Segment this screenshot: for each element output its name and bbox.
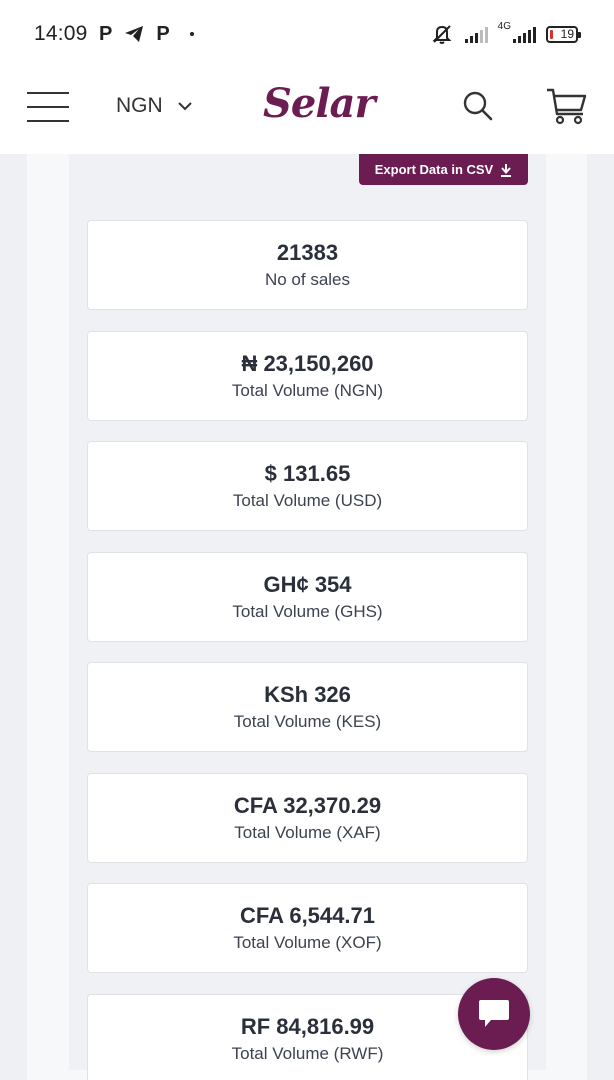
stat-value: CFA 6,544.71 <box>240 903 375 928</box>
battery-icon: 19 <box>546 25 581 43</box>
currency-selector[interactable]: NGN <box>116 93 193 119</box>
network-type-label: 4G <box>497 20 511 32</box>
export-csv-button[interactable]: Export Data in CSV <box>359 154 528 185</box>
chevron-down-icon <box>177 102 192 111</box>
stat-card-volume-xof: CFA 6,544.71 Total Volume (XOF) <box>87 883 528 973</box>
system-icons: 4G 19 <box>429 20 581 46</box>
stat-value: 21383 <box>276 240 339 265</box>
stat-card-volume-kes: KSh 326 Total Volume (KES) <box>87 662 528 752</box>
stat-value: $ 131.65 <box>264 461 351 486</box>
status-bar: 14:09 P P 4G 19 <box>0 0 614 66</box>
stat-label: No of sales <box>264 270 351 289</box>
top-nav: NGN Selar <box>0 66 614 154</box>
stat-label: Total Volume (KES) <box>233 712 382 731</box>
stat-card-volume-xaf: CFA 32,370.29 Total Volume (XAF) <box>87 773 528 863</box>
signal-bars-icon-4g <box>513 25 536 43</box>
search-icon[interactable] <box>462 90 494 122</box>
stat-value: KSh 326 <box>264 682 351 707</box>
stat-label: Total Volume (RWF) <box>231 1044 384 1063</box>
selar-logo[interactable]: Selar <box>263 80 376 127</box>
menu-icon[interactable] <box>27 92 69 122</box>
export-csv-label: Export Data in CSV <box>374 162 494 177</box>
stat-label: Total Volume (XOF) <box>233 933 382 952</box>
stat-value: GH¢ 354 <box>263 572 352 597</box>
status-time: 14:09 <box>34 22 88 45</box>
stat-label: Total Volume (NGN) <box>231 381 384 400</box>
stat-label: Total Volume (XAF) <box>234 823 381 842</box>
p-icon: P <box>156 22 170 45</box>
muted-bell-icon <box>432 25 452 44</box>
chat-bubble-icon <box>479 1000 509 1027</box>
battery-level: 19 <box>560 26 574 41</box>
stat-card-sales-count: 21383 No of sales <box>87 220 528 310</box>
stat-label: Total Volume (USD) <box>232 491 383 510</box>
stat-value: CFA 32,370.29 <box>233 793 382 818</box>
dot-icon <box>189 32 194 36</box>
signal-bars-icon <box>464 25 488 43</box>
cart-icon[interactable] <box>545 86 589 126</box>
chat-button[interactable] <box>458 978 530 1050</box>
stat-label: Total Volume (GHS) <box>232 602 383 621</box>
p-icon: P <box>99 22 113 45</box>
stat-card-volume-ngn: ₦ 23,150,260 Total Volume (NGN) <box>87 331 528 421</box>
telegram-icon <box>125 26 144 42</box>
stat-card-volume-usd: $ 131.65 Total Volume (USD) <box>87 441 528 531</box>
notification-icons: P P <box>99 22 194 46</box>
download-icon <box>501 163 512 177</box>
currency-label: NGN <box>116 94 163 117</box>
stat-value: ₦ 23,150,260 <box>241 351 374 376</box>
stat-card-volume-ghs: GH¢ 354 Total Volume (GHS) <box>87 552 528 642</box>
